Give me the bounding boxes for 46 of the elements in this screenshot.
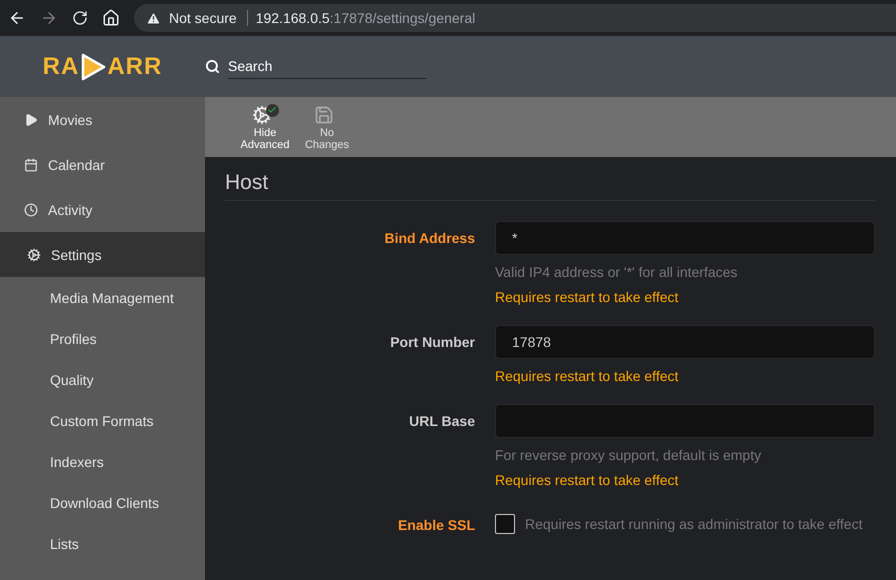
sidebar-subitem[interactable]: Download Clients bbox=[0, 482, 205, 523]
security-warning: Not secure bbox=[169, 10, 248, 26]
home-icon[interactable] bbox=[102, 9, 120, 27]
input-field[interactable]: * bbox=[495, 221, 875, 255]
section-title: Host bbox=[225, 171, 875, 201]
field-label: Port Number bbox=[389, 333, 475, 352]
sidebar-subitem[interactable]: Profiles bbox=[0, 318, 205, 359]
sidebar-subitem[interactable]: Custom Formats bbox=[0, 400, 205, 441]
help-text: Valid IP4 address or '*' for all interfaces bbox=[495, 264, 738, 280]
field-label: Bind Address bbox=[384, 229, 475, 248]
sidebar-subitem[interactable]: Quality bbox=[0, 359, 205, 400]
gear-icon bbox=[27, 248, 41, 262]
warning-text: Requires restart to take effect bbox=[495, 368, 680, 384]
url-host: 192.168.0.5 bbox=[256, 10, 330, 26]
warning-text: Requires restart to take effect bbox=[495, 289, 680, 305]
clock-icon bbox=[24, 202, 38, 216]
search-field[interactable]: Search bbox=[228, 54, 426, 79]
forward-icon[interactable] bbox=[40, 9, 58, 27]
sidebar-item[interactable]: Movies bbox=[0, 97, 205, 142]
input-field[interactable]: 17878 bbox=[495, 325, 875, 359]
address-bar[interactable]: Not secure 192.168.0.5:17878/settings/general bbox=[134, 4, 896, 32]
play-icon bbox=[24, 112, 38, 126]
input-field[interactable] bbox=[495, 404, 875, 438]
help-text: For reverse proxy support, default is empty bbox=[495, 447, 762, 463]
sidebar-item[interactable]: Activity bbox=[0, 187, 205, 232]
play-logo-icon bbox=[80, 52, 106, 80]
sidebar-subitem[interactable]: Media Management bbox=[0, 277, 205, 318]
advanced-button[interactable]: Hide Advanced bbox=[239, 104, 291, 150]
back-icon[interactable] bbox=[8, 9, 26, 27]
calendar-icon bbox=[24, 158, 38, 172]
checkbox[interactable] bbox=[495, 514, 515, 534]
gear-check-icon bbox=[252, 104, 278, 124]
sidebar-item[interactable]: Calendar bbox=[0, 142, 205, 187]
sidebar-subitem[interactable]: Indexers bbox=[0, 441, 205, 482]
field-label: URL Base bbox=[408, 412, 475, 431]
search-icon bbox=[205, 59, 220, 74]
logo-text: RA bbox=[42, 52, 80, 80]
field-label: Enable SSL bbox=[396, 516, 475, 534]
sidebar-item[interactable]: Settings bbox=[0, 232, 205, 277]
warning-icon bbox=[146, 10, 161, 26]
logo-text: ARR bbox=[107, 52, 162, 80]
sidebar-subitem[interactable]: Lists bbox=[0, 523, 205, 564]
url-path: :17878/settings/general bbox=[330, 10, 476, 26]
warning-text: Requires restart to take effect bbox=[495, 472, 680, 488]
reload-icon[interactable] bbox=[72, 10, 88, 26]
help-text: Requires restart running as administrator to take effect bbox=[525, 516, 862, 532]
